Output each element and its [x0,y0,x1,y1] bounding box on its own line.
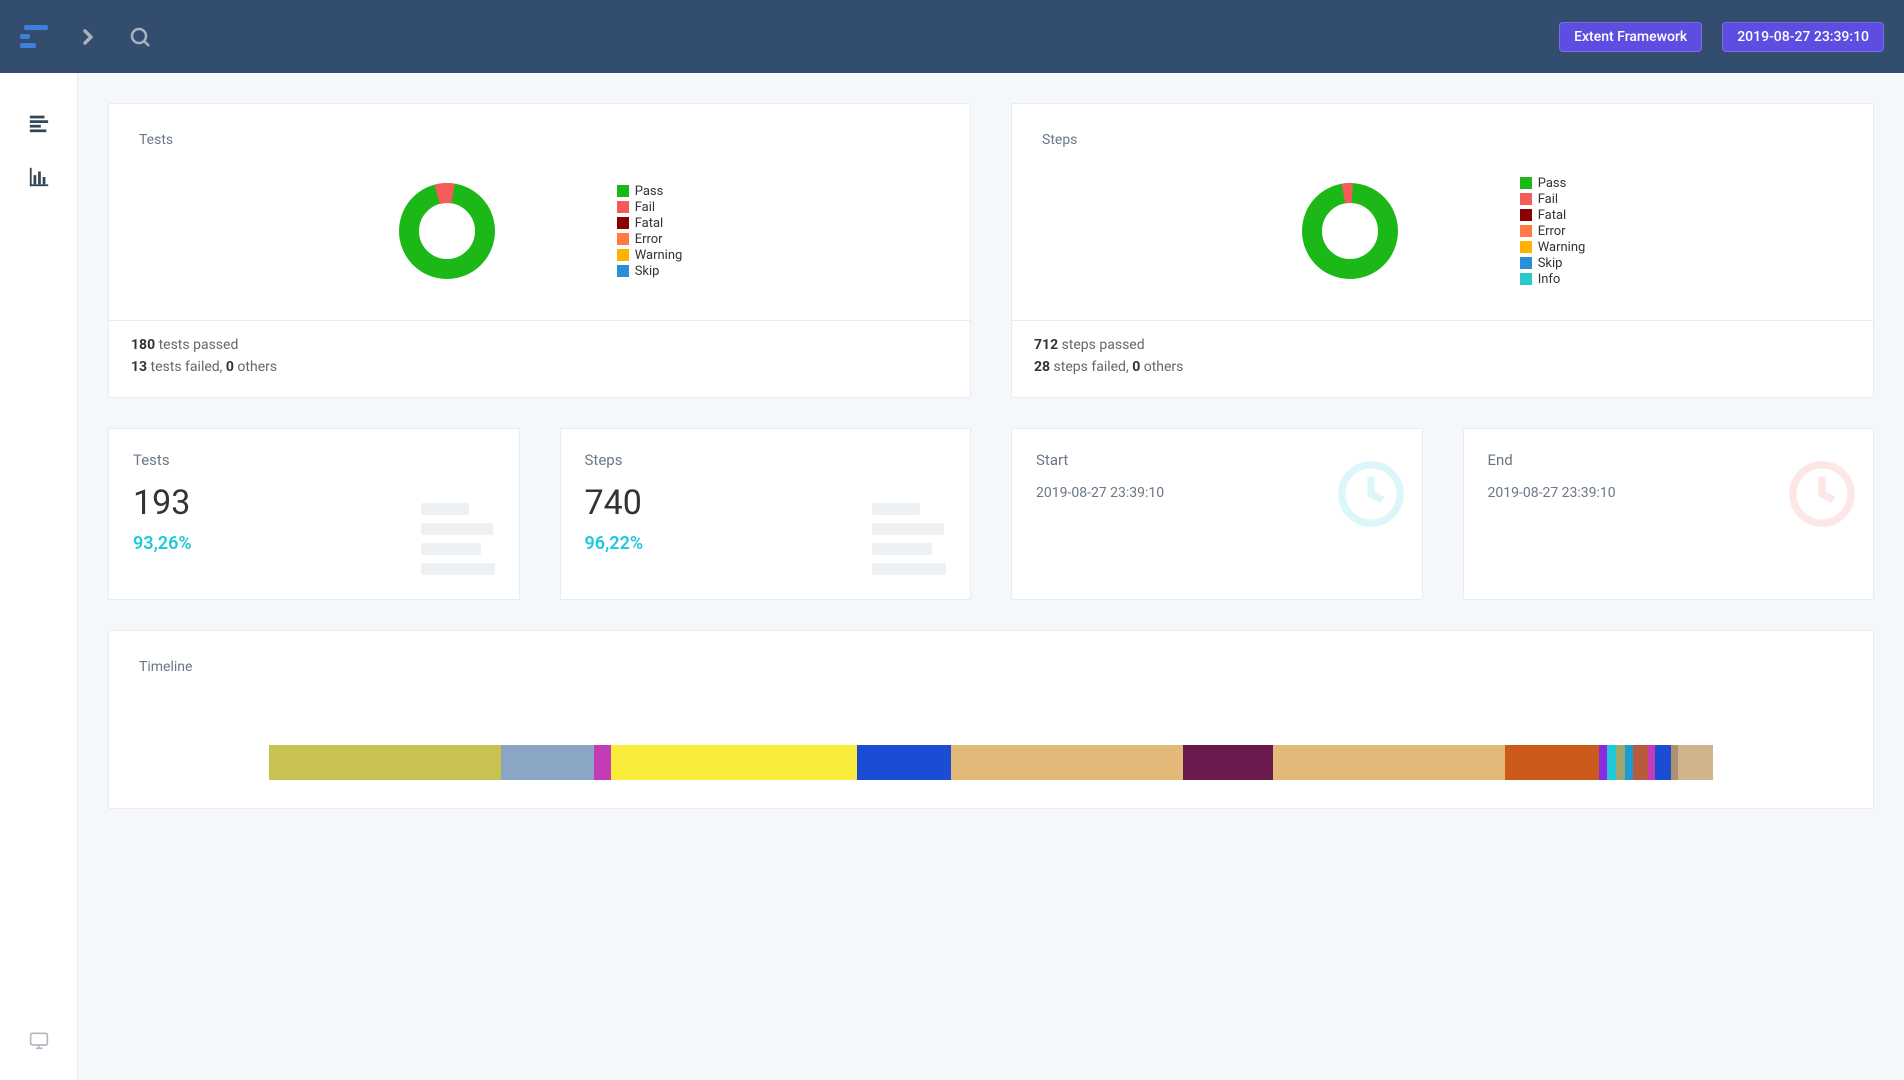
legend-swatch [1520,241,1532,253]
legend-item: Info [1520,272,1586,287]
legend-swatch [617,233,629,245]
legend-label: Warning [635,248,683,263]
timeline-segment [951,745,1183,780]
timeline-bar [139,745,1843,780]
legend-item: Skip [617,264,683,279]
start-stat-card: Start 2019-08-27 23:39:10 [1011,428,1423,600]
tests-card-footer: 180 tests passed 13 tests failed, 0 othe… [109,320,970,397]
topbar: Extent Framework 2019-08-27 23:39:10 [0,0,1904,73]
timeline-segment [1671,745,1678,780]
timeline-segment [1633,745,1647,780]
framework-badge[interactable]: Extent Framework [1559,22,1702,52]
legend-item: Fatal [1520,208,1586,223]
legend-swatch [617,185,629,197]
legend-swatch [1520,257,1532,269]
tests-stat-title: Tests [133,451,495,469]
legend-swatch [617,249,629,261]
end-stat-card: End 2019-08-27 23:39:10 [1463,428,1875,600]
steps-stat-card: Steps 740 96,22% [560,428,972,600]
sidebar [0,73,78,1080]
legend-item: Pass [1520,176,1586,191]
timeline-segment [1599,745,1608,780]
legend-label: Skip [635,264,660,279]
legend-swatch [617,217,629,229]
legend-swatch [1520,193,1532,205]
timeline-segment [857,745,951,780]
legend-swatch [1520,273,1532,285]
sidebar-item-charts[interactable] [19,157,59,197]
timeline-segment [1183,745,1273,780]
legend-label: Fatal [635,216,664,231]
steps-card-title: Steps [1042,132,1843,148]
legend-label: Warning [1538,240,1586,255]
legend-label: Skip [1538,256,1563,271]
steps-legend: PassFailFatalErrorWarningSkipInfo [1520,176,1586,287]
steps-chart-card: Steps PassFailFatalErrorWarningSkipInfo [1011,103,1874,398]
timeline-segment [501,745,593,780]
timeline-card: Timeline [108,630,1874,809]
timeline-segment [1505,745,1599,780]
legend-swatch [1520,209,1532,221]
legend-label: Error [635,232,663,247]
steps-card-footer: 712 steps passed 28 steps failed, 0 othe… [1012,320,1873,397]
legend-label: Fail [635,200,655,215]
sidebar-item-logs[interactable] [19,103,59,143]
tests-chart-card: Tests PassFailFatalErrorWarningSkip [108,103,971,398]
legend-swatch [617,201,629,213]
legend-label: Info [1538,272,1561,287]
legend-item: Pass [617,184,683,199]
legend-swatch [1520,225,1532,237]
timeline-title: Timeline [139,659,1843,675]
legend-item: Warning [617,248,683,263]
legend-label: Fail [1538,192,1558,207]
timeline-segment [611,745,856,780]
legend-label: Pass [635,184,664,199]
timeline-segment [269,745,501,780]
legend-label: Pass [1538,176,1567,191]
legend-item: Error [1520,224,1586,239]
tests-donut-chart [397,181,497,281]
legend-item: Fatal [617,216,683,231]
tests-placeholder-icon [421,503,495,575]
legend-item: Skip [1520,256,1586,271]
steps-placeholder-icon [872,503,946,575]
search-icon[interactable] [124,21,156,53]
clock-icon [1336,459,1406,533]
legend-item: Error [617,232,683,247]
content: Tests PassFailFatalErrorWarningSkip [78,73,1904,1080]
tests-stat-card: Tests 193 93,26% [108,428,520,600]
timestamp-badge[interactable]: 2019-08-27 23:39:10 [1722,22,1884,52]
timeline-segment [1607,745,1616,780]
legend-label: Fatal [1538,208,1567,223]
legend-item: Warning [1520,240,1586,255]
legend-label: Error [1538,224,1566,239]
logo-icon [20,21,52,53]
timeline-segment [1655,745,1671,780]
timeline-segment [1273,745,1505,780]
timeline-segment [594,745,611,780]
tests-card-title: Tests [139,132,940,148]
clock-icon [1787,459,1857,533]
steps-stat-title: Steps [585,451,947,469]
sidebar-item-device[interactable] [19,1020,59,1060]
tests-legend: PassFailFatalErrorWarningSkip [617,184,683,279]
legend-item: Fail [617,200,683,215]
chevron-right-icon[interactable] [72,21,104,53]
timeline-segment [1616,745,1625,780]
steps-donut-chart [1300,181,1400,281]
legend-swatch [617,265,629,277]
timeline-segment [1678,745,1713,780]
legend-item: Fail [1520,192,1586,207]
timeline-segment [1648,745,1655,780]
timeline-segment [1625,745,1634,780]
legend-swatch [1520,177,1532,189]
